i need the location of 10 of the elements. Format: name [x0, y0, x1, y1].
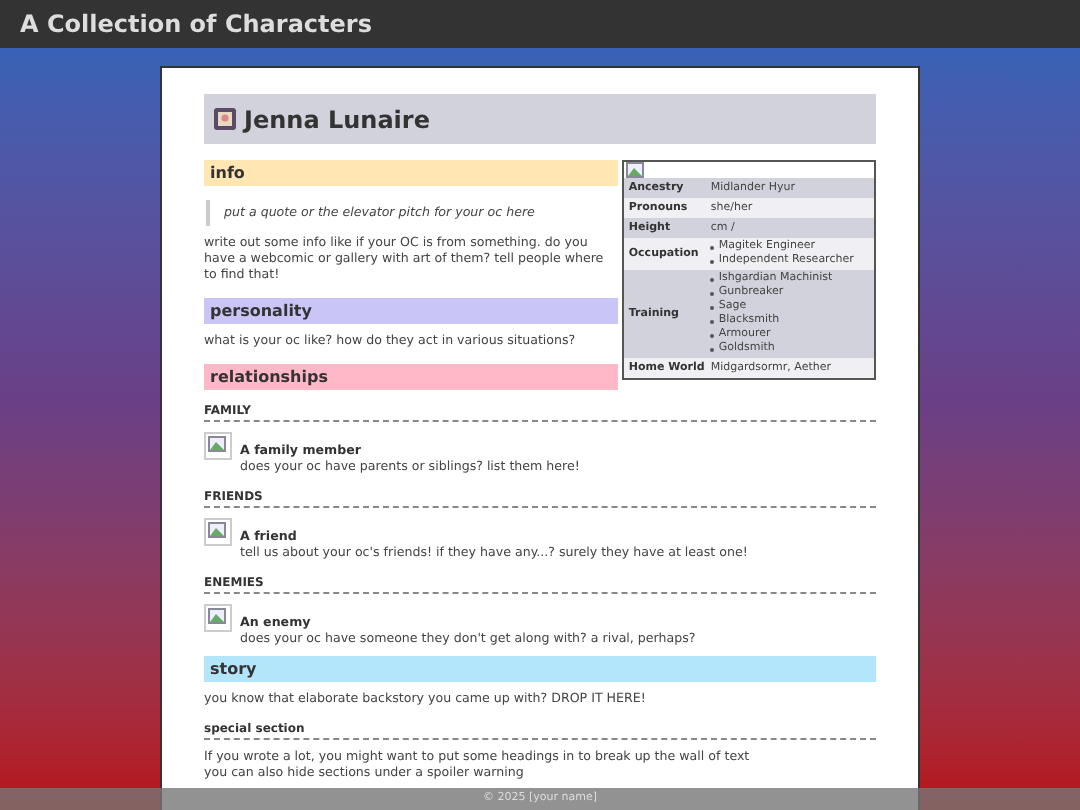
site-title: A Collection of Characters [20, 8, 372, 42]
section-heading: personality [204, 298, 619, 324]
section-heading: relationships [204, 364, 619, 390]
section-heading: story [204, 656, 876, 682]
section-heading: info [204, 160, 619, 186]
avatar-icon [214, 108, 236, 130]
character-name: Jenna Lunaire [244, 103, 430, 137]
broken-image-icon [208, 436, 226, 452]
broken-image-icon [208, 608, 226, 624]
broken-image-icon [208, 522, 226, 538]
